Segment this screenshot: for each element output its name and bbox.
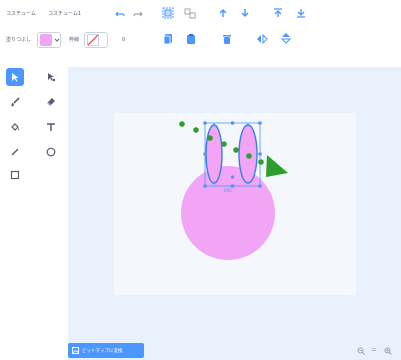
costume-label: コスチューム: [6, 11, 36, 17]
brush-icon: [11, 97, 20, 107]
fill-bucket-icon: [11, 123, 19, 131]
zoom-reset-button[interactable]: =: [371, 346, 377, 354]
head-circle: [181, 166, 275, 260]
line-icon: [11, 148, 19, 156]
line-tool-button[interactable]: [6, 143, 24, 161]
eraser-tool-button[interactable]: [42, 93, 60, 111]
reshape-icon: [48, 73, 56, 82]
zoom-out-icon[interactable]: [357, 347, 365, 355]
backward-icon[interactable]: [240, 8, 250, 18]
no-color-swatch-icon: [87, 34, 99, 46]
convert-to-bitmap-button[interactable]: ビットマップに変換: [68, 343, 144, 358]
ungroup-icon[interactable]: [184, 7, 196, 19]
copy-icon[interactable]: [163, 33, 173, 45]
circle-tool-button[interactable]: [42, 143, 60, 161]
fill-label: 塗りつぶし: [6, 37, 32, 43]
text-icon: [47, 123, 55, 131]
convert-to-bitmap-label: ビットマップに変換: [82, 348, 123, 354]
reshape-tool-button[interactable]: [42, 68, 60, 86]
flip-vertical-icon[interactable]: [281, 32, 291, 44]
paste-icon[interactable]: [186, 33, 196, 45]
undo-icon[interactable]: [115, 9, 125, 19]
image-icon: [72, 347, 79, 354]
zoom-in-icon[interactable]: [384, 347, 392, 355]
fill-color-swatch: [40, 34, 52, 46]
select-tool-button[interactable]: [6, 68, 24, 86]
back-icon[interactable]: [296, 8, 306, 18]
brush-tool-button[interactable]: [6, 93, 24, 111]
outline-width-value[interactable]: 0: [122, 36, 125, 44]
left-ear-shape: [205, 124, 223, 184]
flip-horizontal-icon[interactable]: [256, 34, 268, 44]
rectangle-icon: [10, 170, 20, 180]
redo-icon[interactable]: [133, 9, 143, 19]
rotate-handle-label: 000: [224, 188, 232, 193]
forward-icon[interactable]: [218, 8, 228, 18]
rectangle-tool-button[interactable]: [6, 166, 24, 184]
outline-label: 枠線: [69, 37, 80, 43]
front-icon[interactable]: [273, 8, 283, 18]
group-icon[interactable]: [162, 7, 174, 19]
drawing-layer: [179, 121, 288, 260]
circle-icon: [46, 147, 56, 157]
costume-name-input[interactable]: コスチューム1: [48, 10, 98, 18]
outline-color-picker[interactable]: [84, 32, 108, 48]
delete-icon[interactable]: [222, 33, 232, 45]
eraser-icon: [47, 98, 55, 106]
fill-tool-button[interactable]: [6, 118, 24, 136]
chevron-down-icon: [54, 38, 60, 42]
canvas-area[interactable]: 000 ビットマップに変換 =: [68, 67, 401, 360]
text-tool-button[interactable]: [42, 118, 60, 136]
fill-color-picker[interactable]: [37, 32, 61, 48]
select-arrow-icon: [12, 73, 19, 82]
